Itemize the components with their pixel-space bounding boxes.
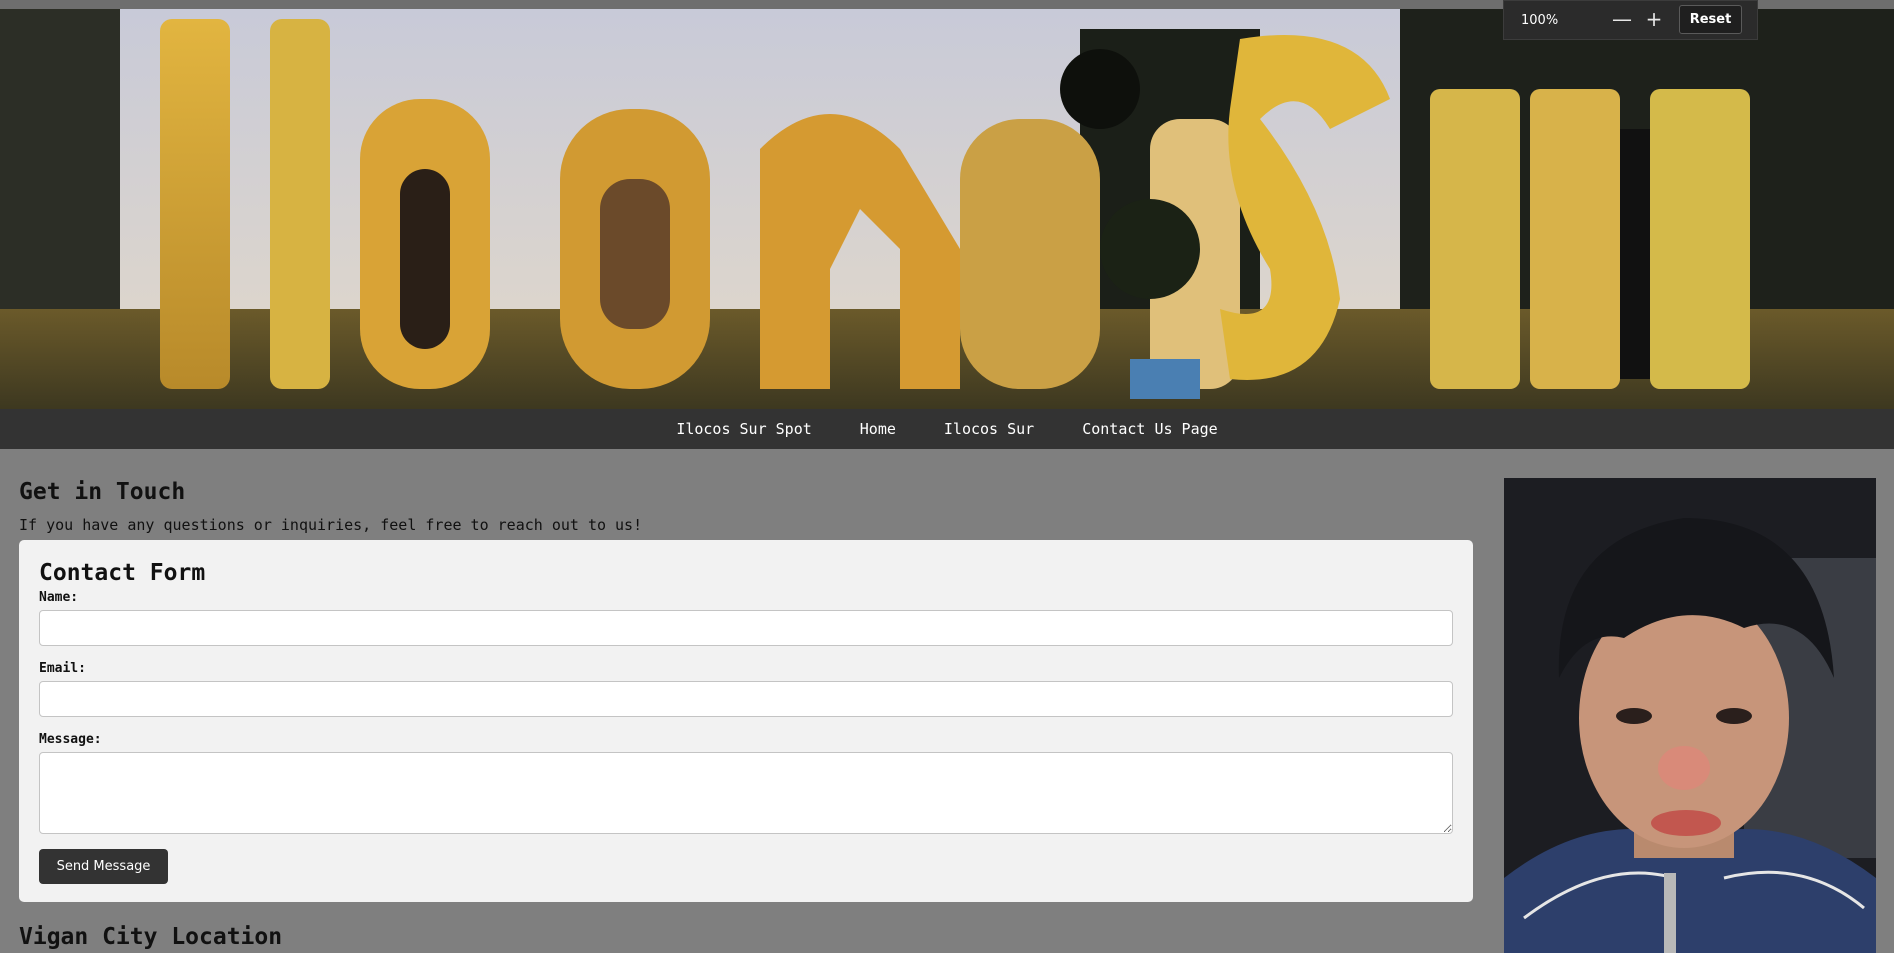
zoom-in-button[interactable]: + (1640, 7, 1668, 33)
nav-item-home[interactable]: Home (860, 420, 896, 438)
intro-text: If you have any questions or inquiries, … (19, 516, 643, 534)
message-field[interactable] (39, 752, 1453, 834)
nav-item-contact-us[interactable]: Contact Us Page (1082, 420, 1217, 438)
zoom-out-button[interactable]: — (1608, 7, 1636, 33)
message-label: Message: (39, 732, 102, 747)
contact-form: Contact Form Name: Email: Message: Send … (19, 540, 1473, 902)
plus-icon: + (1645, 7, 1663, 31)
get-in-touch-heading: Get in Touch (19, 479, 186, 505)
zoom-reset-button[interactable]: Reset (1679, 5, 1742, 34)
main-nav: Ilocos Sur Spot Home Ilocos Sur Contact … (0, 409, 1894, 449)
header-banner-image (0, 9, 1894, 409)
zoom-level-text: 100% (1521, 13, 1559, 28)
vigan-city-location-heading: Vigan City Location (19, 924, 283, 950)
minus-icon: — (1612, 7, 1632, 31)
name-field[interactable] (39, 610, 1453, 646)
nav-item-ilocos-sur[interactable]: Ilocos Sur (944, 420, 1034, 438)
email-field[interactable] (39, 681, 1453, 717)
send-message-button[interactable]: Send Message (39, 849, 168, 884)
zoom-control: 100% — + Reset (1503, 0, 1758, 40)
profile-photo (1504, 478, 1876, 953)
name-label: Name: (39, 590, 79, 605)
email-label: Email: (39, 661, 86, 676)
nav-item-ilocos-sur-spot[interactable]: Ilocos Sur Spot (676, 420, 811, 438)
contact-form-title: Contact Form (39, 560, 206, 586)
